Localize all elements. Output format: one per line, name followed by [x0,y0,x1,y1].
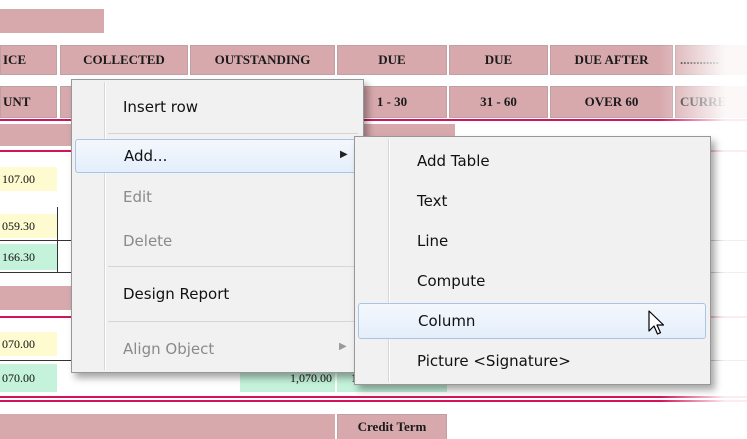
total-line-2[interactable] [0,400,747,402]
submenu-item-add-table[interactable]: Add Table [358,143,706,179]
header-over-60[interactable]: OVER 60 [550,86,673,118]
menu-item-label: Line [417,232,449,250]
footer-credit-term[interactable]: Credit Term [337,414,447,439]
menu-separator [108,321,358,322]
submenu-item-compute[interactable]: Compute [358,263,706,299]
menu-separator [108,266,358,267]
report-top-band[interactable] [0,9,104,33]
header-outstanding[interactable]: OUTSTANDING [190,45,335,75]
submenu-arrow-icon: ▶ [340,149,348,160]
row3-cell-border [57,241,58,273]
menu-item-insert-row[interactable]: Insert row [75,90,360,124]
add-submenu: Add Table Text Line Compute Column Pictu… [354,136,711,385]
menu-item-align-object[interactable]: Align Object ▶ [75,332,360,366]
total-line-1[interactable] [0,396,747,398]
menu-item-add[interactable]: Add... ▶ [75,139,360,173]
menu-item-edit[interactable]: Edit [75,180,360,214]
row4-amount[interactable]: 070.00 [0,332,57,356]
submenu-item-text[interactable]: Text [358,183,706,219]
menu-item-label: Insert row [123,98,199,116]
menu-item-label: Delete [123,232,173,250]
header-due-2[interactable]: DUE [449,45,548,75]
header-collected[interactable]: COLLECTED [60,45,188,75]
menu-item-label: Compute [417,272,486,290]
submenu-item-picture-signature[interactable]: Picture <Signature> [358,343,706,379]
mouse-pointer-icon [648,310,665,335]
footer-band[interactable] [0,414,335,439]
menu-item-label: Add... [124,147,168,165]
menu-separator [108,133,358,134]
row2-amount[interactable]: 059.30 [0,214,57,238]
menu-item-label: Align Object [123,340,215,358]
row2-cell-border [57,207,58,241]
menu-item-label: Column [418,312,476,330]
menu-item-design-report[interactable]: Design Report [75,277,360,311]
row3-amount[interactable]: 166.30 [0,244,57,270]
submenu-arrow-icon: ▶ [339,341,347,352]
header-due-after[interactable]: DUE AFTER [550,45,673,75]
menu-item-label: Picture <Signature> [417,352,571,370]
header-amount-col[interactable]: ICE [0,45,57,75]
header-due-1[interactable]: DUE [337,45,447,75]
header-current[interactable]: CURRE [675,86,747,118]
context-menu: Insert row Add... ▶ Edit Delete Design R… [71,79,364,373]
row5-amount[interactable]: 070.00 [0,364,57,392]
menu-item-label: Design Report [123,285,230,303]
menu-item-delete[interactable]: Delete [75,224,360,258]
header-dotted[interactable]: ............ [675,45,747,75]
submenu-item-line[interactable]: Line [358,223,706,259]
menu-item-label: Text [417,192,448,210]
menu-item-label: Add Table [417,152,490,170]
header-amount-col-2[interactable]: UNT [0,86,57,118]
row1-amount[interactable]: 107.00 [0,167,57,191]
menu-item-label: Edit [123,188,153,206]
header-due-31-60[interactable]: 31 - 60 [449,86,548,118]
